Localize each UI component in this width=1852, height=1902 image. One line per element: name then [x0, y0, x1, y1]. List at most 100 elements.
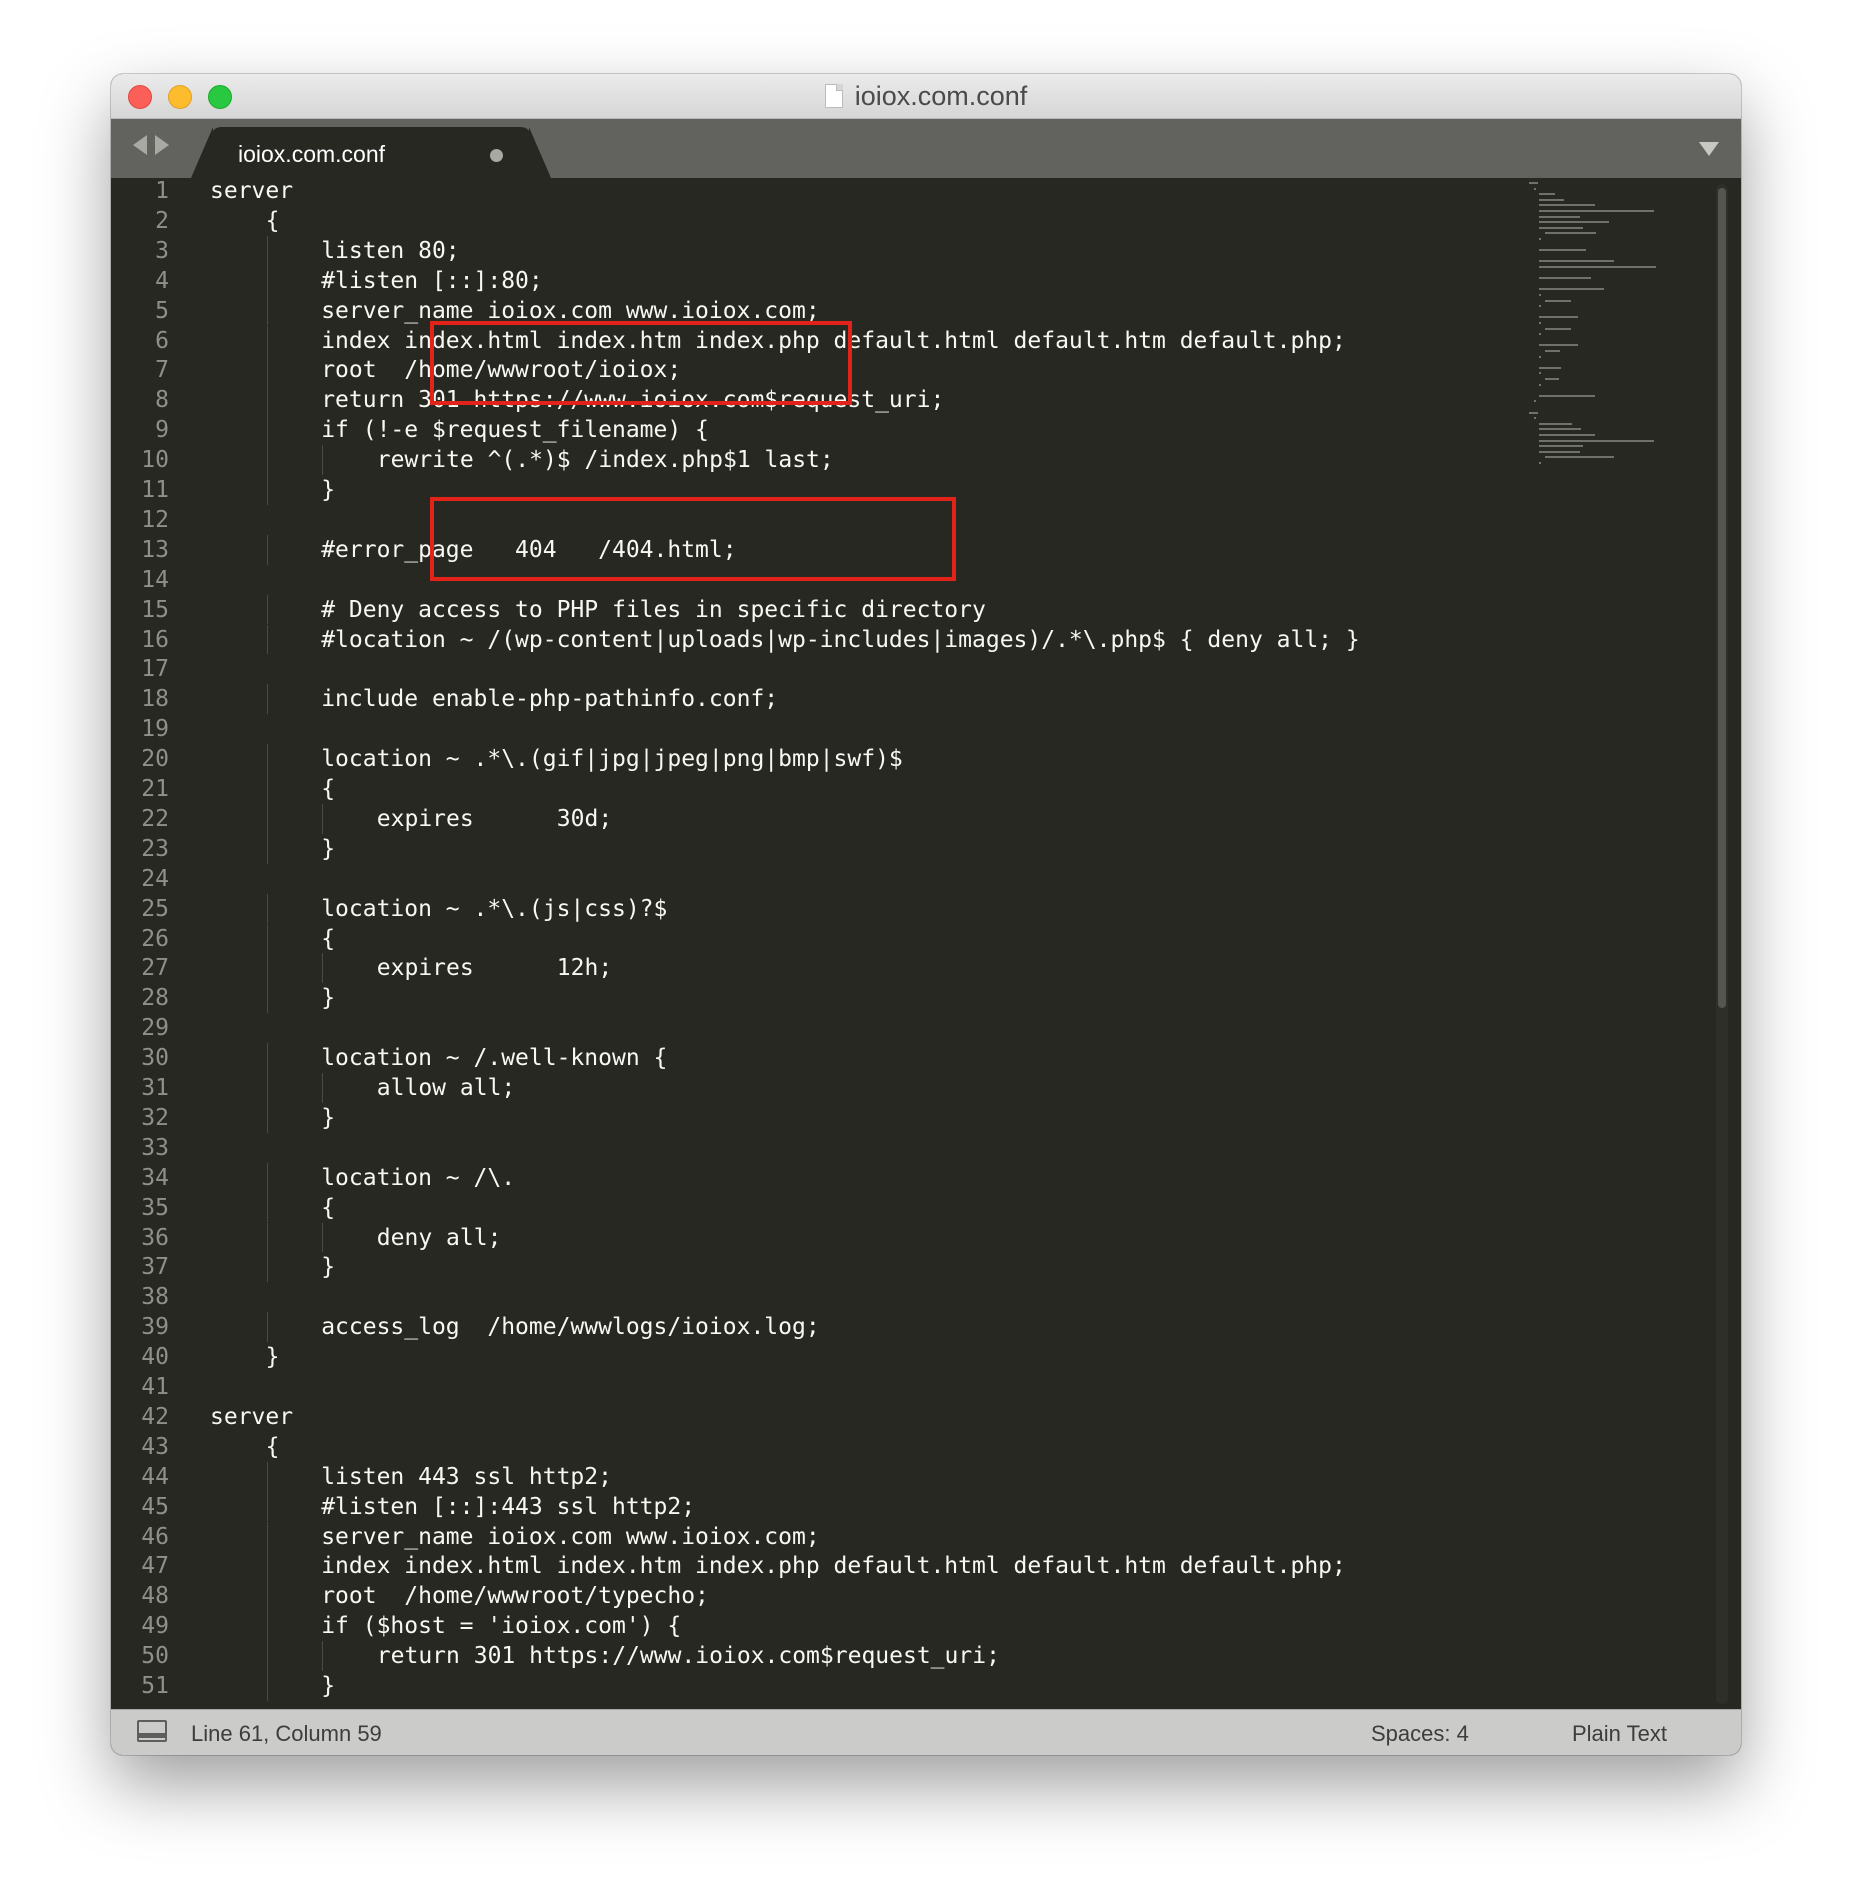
- editor-window: ioiox.com.conf ioiox.com.conf 1234567891…: [111, 74, 1741, 1755]
- minimap-line: [1544, 378, 1559, 380]
- code-line[interactable]: listen 80;: [321, 236, 459, 266]
- line-number: 37: [141, 1254, 169, 1281]
- code-line[interactable]: }: [321, 475, 335, 505]
- code-line[interactable]: if (!-e $request_filename) {: [321, 415, 709, 445]
- minimap-line: [1539, 394, 1596, 397]
- code-line[interactable]: {: [321, 1193, 335, 1223]
- line-number: 31: [141, 1075, 169, 1101]
- line-number: 48: [141, 1583, 169, 1610]
- code-line[interactable]: server_name ioiox.com www.ioiox.com;: [321, 1522, 820, 1552]
- minimap-line: [1539, 372, 1541, 375]
- code-line[interactable]: }: [321, 983, 335, 1013]
- code-line[interactable]: deny all;: [377, 1223, 502, 1253]
- indent-guide: [266, 893, 268, 924]
- indentation-setting[interactable]: Spaces: 4: [1371, 1721, 1469, 1747]
- indent-guide: [266, 833, 268, 864]
- indent-guide: [266, 953, 268, 984]
- code-line[interactable]: server: [210, 1402, 293, 1432]
- tab-ioiox-conf[interactable]: ioiox.com.conf: [191, 127, 551, 178]
- code-line[interactable]: #location ~ /(wp-content|uploads|wp-incl…: [321, 625, 1360, 655]
- line-number: 16: [141, 626, 169, 653]
- indent-guide: [266, 1641, 268, 1671]
- code-editor[interactable]: 1 2 3 4 5 6 7 8 9 10 11 12 13 14 15 16 17 18 19 20 21 22 23 24 2…: [111, 178, 1741, 1710]
- minimap-line: [1539, 294, 1541, 296]
- indent-guide: [322, 1641, 324, 1671]
- line-number: 36: [141, 1224, 169, 1251]
- minimap-line: [1534, 400, 1536, 403]
- code-line[interactable]: {: [321, 924, 335, 954]
- minimap-line: [1539, 260, 1614, 263]
- code-line[interactable]: }: [321, 1103, 335, 1133]
- status-bar: Line 61, Column 59 Spaces: 4 Plain Text: [111, 1709, 1741, 1755]
- indent-guide: [266, 385, 268, 416]
- indent-guide: [266, 325, 268, 356]
- code-line[interactable]: }: [321, 834, 335, 864]
- minimap[interactable]: [1529, 178, 1709, 558]
- window-title-group: ioiox.com.conf: [111, 74, 1741, 118]
- minimap-line: [1539, 198, 1565, 201]
- line-number: 28: [141, 985, 169, 1012]
- code-line[interactable]: if ($host = 'ioiox.com') {: [321, 1611, 681, 1641]
- minimap-line: [1539, 226, 1583, 229]
- window-title: ioiox.com.conf: [854, 80, 1028, 111]
- code-line[interactable]: {: [266, 206, 280, 236]
- code-line[interactable]: {: [321, 774, 335, 804]
- minimap-line: [1539, 434, 1596, 436]
- minimap-line: [1539, 344, 1579, 347]
- minimap-line: [1539, 316, 1579, 319]
- line-number: 11: [141, 477, 169, 503]
- line-number: 27: [141, 955, 169, 982]
- code-line[interactable]: return 301 https://www.ioiox.com$request…: [377, 1641, 1000, 1671]
- line-number: 20: [141, 746, 169, 773]
- code-line[interactable]: }: [321, 1671, 335, 1701]
- line-number: 10: [141, 447, 169, 474]
- code-line[interactable]: #listen [::]:443 ssl http2;: [321, 1492, 695, 1522]
- indent-guide: [266, 235, 268, 266]
- code-line[interactable]: }: [266, 1342, 280, 1372]
- panel-toggle-icon[interactable]: [137, 1720, 167, 1742]
- code-line[interactable]: #listen [::]:80;: [321, 266, 543, 296]
- code-line[interactable]: location ~ .*\.(gif|jpg|jpeg|png|bmp|swf…: [321, 744, 903, 774]
- code-line[interactable]: listen 443 ssl http2;: [321, 1462, 612, 1492]
- indent-guide: [266, 265, 268, 296]
- line-number: 17: [141, 656, 169, 683]
- code-line[interactable]: location ~ /.well-known {: [321, 1043, 667, 1073]
- line-number: 15: [141, 596, 169, 623]
- line-number: 9: [155, 417, 169, 444]
- code-line[interactable]: server: [210, 178, 293, 206]
- tab-label: ioiox.com.conf: [238, 141, 386, 167]
- title-bar: ioiox.com.conf: [111, 74, 1741, 119]
- code-line[interactable]: expires 30d;: [377, 804, 612, 834]
- code-line[interactable]: allow all;: [377, 1073, 515, 1103]
- previous-tab-icon[interactable]: [133, 135, 147, 155]
- indent-guide: [266, 1102, 268, 1133]
- code-line[interactable]: location ~ /\.: [321, 1163, 515, 1193]
- minimap-line: [1539, 277, 1591, 280]
- tab-menu-chevron-down-icon[interactable]: [1699, 142, 1719, 156]
- code-line[interactable]: expires 12h;: [377, 953, 612, 983]
- code-line[interactable]: # Deny access to PHP files in specific d…: [321, 595, 986, 625]
- line-number: 21: [141, 776, 169, 802]
- minimap-line: [1544, 232, 1596, 235]
- code-line[interactable]: location ~ .*\.(js|css)?$: [321, 894, 667, 924]
- minimap-line: [1544, 456, 1615, 459]
- minimap-line: [1539, 366, 1562, 369]
- code-line[interactable]: }: [321, 1252, 335, 1282]
- scrollbar-thumb[interactable]: [1718, 188, 1726, 1008]
- code-line[interactable]: rewrite ^(.*)$ /index.php$1 last;: [377, 445, 834, 475]
- code-line[interactable]: root /home/wwwroot/typecho;: [321, 1581, 709, 1611]
- code-line[interactable]: include enable-php-pathinfo.conf;: [321, 684, 778, 714]
- minimap-line: [1529, 411, 1539, 414]
- indent-guide: [266, 1491, 268, 1522]
- minimap-line: [1539, 210, 1655, 212]
- next-tab-icon[interactable]: [155, 135, 169, 155]
- code-line[interactable]: access_log /home/wwwlogs/ioiox.log;: [321, 1312, 820, 1342]
- code-line[interactable]: index index.html index.htm index.php def…: [321, 1551, 1346, 1581]
- line-number: 26: [141, 925, 169, 952]
- indent-guide: [266, 1671, 268, 1701]
- unsaved-dot-icon[interactable]: [490, 149, 503, 162]
- line-number: 29: [141, 1015, 169, 1042]
- line-number: 44: [141, 1463, 169, 1490]
- syntax-mode[interactable]: Plain Text: [1572, 1721, 1667, 1747]
- code-line[interactable]: {: [266, 1432, 280, 1462]
